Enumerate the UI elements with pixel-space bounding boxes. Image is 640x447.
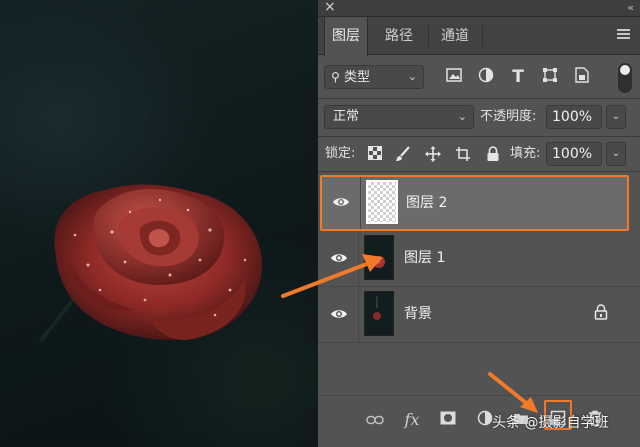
search-icon: ⚲: [331, 70, 340, 84]
panel-title-bar: × ‹‹: [318, 0, 640, 17]
layer-thumbnail-rose[interactable]: [364, 235, 394, 280]
lock-image-pixels-icon[interactable]: [394, 146, 412, 164]
lock-transparent-pixels-icon[interactable]: [366, 146, 384, 164]
close-panel-icon[interactable]: ×: [324, 0, 336, 16]
visibility-eye-icon[interactable]: [330, 306, 348, 320]
image-filter-icon[interactable]: [444, 67, 464, 87]
row-divider: [358, 287, 359, 342]
shape-filter-icon[interactable]: [540, 67, 560, 87]
photo-canvas: [0, 0, 318, 447]
layer-thumbnail-rose-dark[interactable]: [364, 291, 394, 336]
layer-locked-icon[interactable]: [594, 304, 610, 322]
lock-position-icon[interactable]: [424, 146, 442, 164]
visibility-eye-icon[interactable]: [330, 250, 348, 264]
row-divider: [360, 177, 361, 229]
divider: [318, 136, 640, 137]
watermark: 头条 @摄影自学班: [492, 414, 608, 432]
layer-thumbnail-transparent[interactable]: [366, 180, 398, 224]
lock-artboard-icon[interactable]: [454, 146, 472, 164]
lock-label: 锁定:: [325, 146, 356, 161]
filter-kind-label: 类型: [343, 70, 370, 85]
divider: [318, 171, 640, 172]
panel-menu-icon[interactable]: [617, 29, 630, 40]
layers-panel: × ‹‹ 图层 路径 通道 ⚲ 类型 ⌄ T 正常 ⌄ 不透明度: 100% ⌄…: [318, 0, 640, 447]
tab-layers[interactable]: 图层: [324, 17, 368, 56]
collapse-panel-icon[interactable]: ‹‹: [627, 0, 634, 16]
fill-dropdown-button[interactable]: ⌄: [606, 142, 626, 166]
watermark-text: 头条 @摄影自学班: [492, 415, 609, 431]
rose-image: [54, 184, 262, 341]
layer-style-fx-icon[interactable]: fx: [402, 410, 422, 430]
filter-kind-select[interactable]: ⚲ 类型 ⌄: [324, 65, 424, 89]
opacity-input[interactable]: 100%: [546, 105, 602, 129]
tab-divider: [428, 25, 429, 47]
blend-mode-select[interactable]: 正常 ⌄: [324, 105, 474, 129]
chevron-down-icon: ⌄: [457, 110, 467, 123]
lock-all-icon[interactable]: [484, 146, 502, 164]
tab-channels[interactable]: 通道: [430, 17, 480, 55]
row-divider: [358, 231, 359, 286]
opacity-label: 不透明度:: [480, 109, 537, 124]
panel-tabs: 图层 路径 通道: [318, 17, 640, 56]
visibility-eye-icon[interactable]: [332, 194, 350, 208]
blend-row: 正常 ⌄ 不透明度: 100% ⌄: [318, 98, 640, 136]
layer-name[interactable]: 图层 1: [404, 249, 445, 267]
layer-name[interactable]: 背景: [404, 305, 432, 323]
tab-divider: [482, 25, 483, 47]
filter-toggle-switch[interactable]: [618, 63, 632, 93]
layer-row-layer-2[interactable]: 图层 2: [320, 175, 629, 231]
type-filter-icon[interactable]: T: [508, 67, 528, 87]
filter-row: ⚲ 类型 ⌄ T: [318, 56, 640, 98]
tab-paths[interactable]: 路径: [374, 17, 424, 55]
adjustment-filter-icon[interactable]: [476, 67, 496, 87]
layer-name[interactable]: 图层 2: [406, 194, 447, 212]
layer-row-background[interactable]: 背景: [318, 287, 640, 343]
add-mask-icon[interactable]: [438, 410, 458, 430]
smart-object-filter-icon[interactable]: [572, 67, 592, 87]
link-layers-icon[interactable]: [365, 410, 385, 430]
chevron-down-icon: ⌄: [407, 70, 417, 83]
layer-row-layer-1[interactable]: 图层 1: [318, 231, 640, 287]
blend-mode-value: 正常: [333, 109, 360, 124]
fill-label: 填充:: [510, 146, 541, 161]
fill-input[interactable]: 100%: [546, 142, 602, 166]
opacity-dropdown-button[interactable]: ⌄: [606, 105, 626, 129]
